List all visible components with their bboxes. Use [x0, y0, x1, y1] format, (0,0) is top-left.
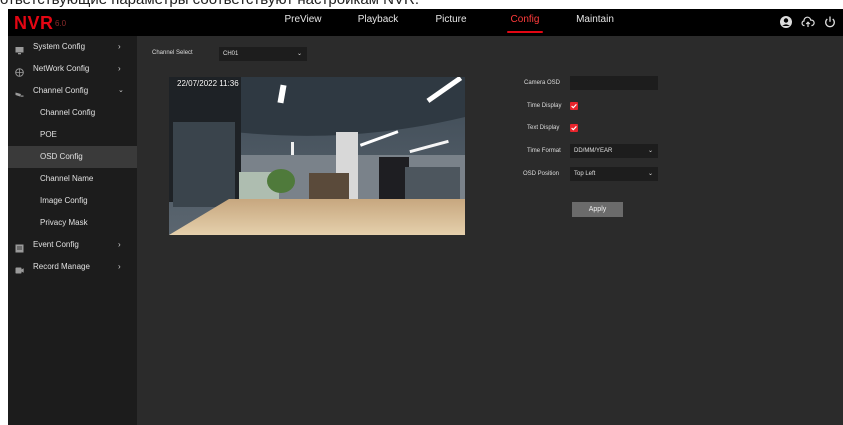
chevron-down-icon: ⌄ [296, 51, 302, 57]
camera-icon [15, 86, 24, 97]
sidebar-item-system-config[interactable]: System Config › [8, 36, 137, 58]
camera-preview-image [169, 77, 465, 235]
apply-button[interactable]: Apply [572, 202, 623, 217]
sidebar-item-label: System Config [33, 42, 86, 51]
osd-position-value: Top Left [574, 171, 596, 177]
time-format-label: Time Format [527, 148, 561, 154]
text-display-label: Text Display [527, 125, 560, 131]
sidebar-subitem-poe[interactable]: POE [8, 124, 137, 146]
sidebar-item-event-config[interactable]: Event Config › [8, 234, 137, 256]
sidebar-item-label: Record Manage [33, 262, 90, 271]
chevron-down-icon: ⌄ [647, 148, 653, 154]
chevron-right-icon: › [118, 240, 121, 249]
camera-preview: 22/07/2022 11:36 [169, 77, 465, 235]
chevron-right-icon: › [118, 42, 121, 51]
sidebar: System Config › NetWork Config › Channel… [8, 36, 137, 425]
channel-select-label: Channel Select [152, 50, 193, 56]
sidebar-subitem-channel-config[interactable]: Channel Config [8, 102, 137, 124]
record-icon [15, 262, 24, 274]
sidebar-item-label: Channel Config [40, 108, 96, 117]
sidebar-item-record-manage[interactable]: Record Manage › [8, 256, 137, 278]
cloud-upload-icon[interactable] [801, 15, 815, 29]
sidebar-item-label: POE [40, 130, 57, 139]
sidebar-item-label: Channel Config [33, 86, 89, 95]
osd-position-select[interactable]: Top Left ⌄ [570, 167, 658, 181]
time-display-label: Time Display [527, 103, 562, 109]
sidebar-item-label: Event Config [33, 240, 79, 249]
time-display-checkbox[interactable] [570, 102, 578, 110]
osd-time-overlay: 22/07/2022 11:36 [177, 79, 239, 88]
sidebar-subitem-image-config[interactable]: Image Config [8, 190, 137, 212]
chevron-right-icon: › [118, 262, 121, 271]
nav-playback[interactable]: Playback [351, 9, 405, 36]
apply-button-label: Apply [588, 206, 607, 213]
nav-preview[interactable]: PreView [278, 9, 328, 36]
camera-osd-input[interactable] [570, 76, 658, 90]
nav-config-label: Config [510, 14, 540, 25]
brand-logo: NVR [14, 13, 54, 33]
camera-osd-label: Camera OSD [524, 80, 561, 86]
nav-picture[interactable]: Picture [429, 9, 473, 36]
nav-picture-label: Picture [435, 14, 467, 25]
sidebar-subitem-osd-config[interactable]: OSD Config [8, 146, 137, 168]
top-navigation-bar: NVR 6.0 PreView Playback Picture Config … [8, 9, 843, 36]
text-display-checkbox[interactable] [570, 124, 578, 132]
time-format-select[interactable]: DD/MM/YEAR ⌄ [570, 144, 658, 158]
osd-config-panel: Channel Select CH01 ⌄ 22/07/2022 11:36 C… [137, 36, 843, 425]
user-icon[interactable] [779, 15, 793, 29]
sidebar-item-label: Privacy Mask [40, 218, 88, 227]
chevron-down-icon: ⌄ [647, 171, 653, 177]
channel-select-dropdown[interactable]: CH01 ⌄ [219, 47, 307, 61]
brand-version: 6.0 [55, 19, 67, 28]
sidebar-item-label: Image Config [40, 196, 88, 205]
monitor-icon [15, 42, 24, 55]
globe-icon [15, 64, 24, 77]
power-icon[interactable] [823, 15, 837, 29]
nav-playback-label: Playback [357, 14, 399, 25]
chevron-right-icon: › [118, 64, 121, 73]
channel-select-value: CH01 [223, 51, 239, 57]
sidebar-subitem-channel-name[interactable]: Channel Name [8, 168, 137, 190]
nav-preview-label: PreView [284, 14, 322, 25]
nav-maintain[interactable]: Maintain [572, 9, 618, 36]
sidebar-item-label: OSD Config [40, 152, 83, 161]
osd-position-label: OSD Position [523, 171, 560, 177]
sidebar-item-network-config[interactable]: NetWork Config › [8, 58, 137, 80]
nav-active-underline [507, 31, 543, 33]
nav-maintain-label: Maintain [576, 14, 614, 25]
time-format-value: DD/MM/YEAR [574, 148, 613, 154]
event-icon [15, 240, 24, 253]
sidebar-subitem-privacy-mask[interactable]: Privacy Mask [8, 212, 137, 234]
sidebar-item-label: Channel Name [40, 174, 94, 183]
top-caption-strip: ответствующие параметры соответствуют на… [0, 0, 843, 9]
chevron-down-icon: ⌄ [118, 87, 124, 94]
nav-config[interactable]: Config [505, 9, 545, 36]
top-caption-text: ответствующие параметры соответствуют на… [0, 0, 419, 9]
sidebar-item-label: NetWork Config [33, 64, 90, 73]
sidebar-item-channel-config[interactable]: Channel Config ⌄ [8, 80, 137, 102]
